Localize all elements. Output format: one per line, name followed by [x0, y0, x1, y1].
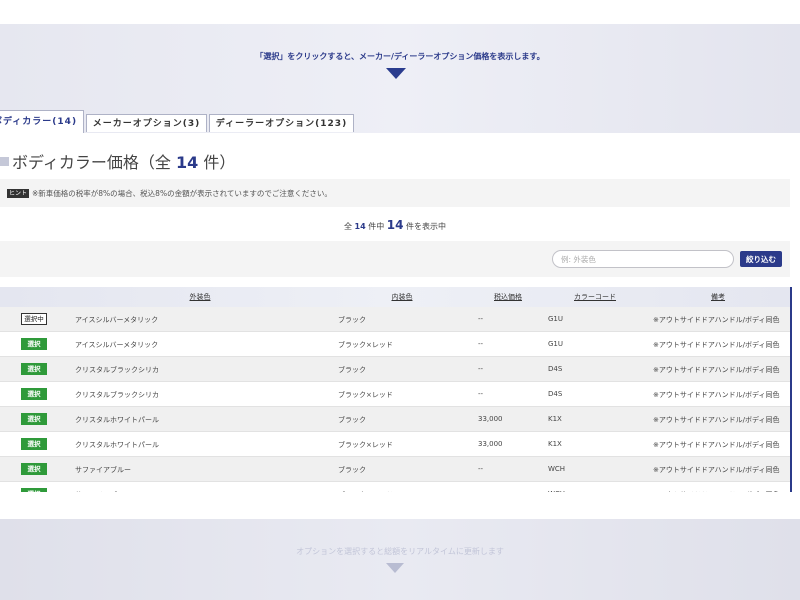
price-cell: 33,000	[478, 440, 503, 448]
price-cell: --	[478, 340, 484, 348]
column-price[interactable]: 税込価格	[494, 292, 522, 302]
footer-text: オプションを選択すると総額をリアルタイムに更新します	[296, 547, 504, 556]
table-row: 選択中 アイスシルバーメタリック ブラック -- G1U ※アウトサイドドアハンドル/ボデ…	[0, 307, 790, 332]
price-cell: --	[478, 315, 484, 323]
exterior-color-cell: クリスタルブラックシリカ	[75, 366, 159, 374]
table-row: 選択 クリスタルホワイトパール ブラック×レッド 33,000 K1X ※アウトサイドドア…	[0, 432, 790, 457]
interior-color-cell: ブラック×レッド	[338, 341, 393, 349]
result-count: 全 14 件中 14 件を表示中	[0, 218, 790, 232]
tab-maker-option[interactable]: メーカーオプション(3)	[86, 114, 207, 132]
select-button[interactable]: 選択中	[21, 313, 47, 325]
note-cell: ※アウトサイドドアハンドル/ボディ同色	[653, 341, 780, 349]
title-prefix: ボディカラー価格（全	[12, 153, 171, 172]
tab-body-color[interactable]: ボディカラー(14)	[0, 110, 84, 134]
main-content: ボディカラー価格（全 14 件） ヒント ※新車価格の税率が8%の場合、税込8%…	[0, 133, 800, 519]
column-color-code[interactable]: カラーコード	[574, 292, 616, 302]
column-note[interactable]: 備考	[711, 292, 725, 302]
hint-badge: ヒント	[7, 189, 30, 198]
bottom-banner: オプションを選択すると総額をリアルタイムに更新します	[0, 519, 800, 600]
note-cell: ※アウトサイドドアハンドル/ボディ同色	[653, 490, 779, 492]
interior-color-cell: ブラック×レッド	[338, 441, 393, 449]
color-code-cell: K1X	[548, 440, 562, 448]
column-exterior[interactable]: 外装色	[190, 292, 211, 302]
exterior-color-cell: アイスシルバーメタリック	[75, 341, 159, 349]
table-row: 選択 クリスタルホワイトパール ブラック 33,000 K1X ※アウトサイドドアハンドル…	[0, 407, 790, 432]
price-cell: --	[478, 490, 483, 492]
interior-color-cell: ブラック	[338, 366, 366, 374]
color-code-cell: G1U	[548, 315, 564, 323]
exterior-color-cell: サファイアブルー	[75, 490, 131, 492]
count-total: 14	[354, 222, 366, 231]
table-row: 選択 アイスシルバーメタリック ブラック×レッド -- G1U ※アウトサイドドアハンドル…	[0, 332, 790, 357]
exterior-color-cell: クリスタルブラックシリカ	[75, 391, 159, 399]
select-button[interactable]: 選択	[21, 463, 47, 475]
interior-color-cell: ブラック	[338, 316, 366, 324]
interior-color-cell: ブラック×レッド	[338, 391, 393, 399]
price-cell: --	[478, 365, 484, 373]
select-button[interactable]: 選択	[21, 338, 47, 350]
top-bar	[0, 0, 800, 24]
exterior-color-cell: サファイアブルー	[75, 466, 131, 474]
hint-bar: ヒント ※新車価格の税率が8%の場合、税込8%の金額が表示されていますのでご注意…	[0, 179, 790, 207]
color-code-cell: D4S	[548, 390, 563, 398]
note-cell: ※アウトサイドドアハンドル/ボディ同色	[653, 366, 780, 374]
title-count: 14	[175, 153, 199, 172]
select-button[interactable]: 選択	[21, 488, 47, 492]
down-arrow-icon	[386, 68, 406, 79]
filter-bar: 絞り込む	[0, 241, 790, 277]
color-code-cell: D4S	[548, 365, 563, 373]
select-button[interactable]: 選択	[21, 413, 47, 425]
select-button[interactable]: 選択	[21, 438, 47, 450]
color-code-cell: K1X	[548, 415, 562, 423]
count-middle: 件中	[368, 222, 385, 231]
tab-dealer-option[interactable]: ディーラーオプション(123)	[209, 114, 354, 132]
title-suffix: 件）	[203, 153, 236, 172]
exterior-color-cell: アイスシルバーメタリック	[75, 316, 159, 324]
price-cell: --	[478, 390, 484, 398]
count-shown: 14	[386, 218, 404, 232]
hero-instruction: 「選択」をクリックすると、メーカー/ディーラーオプション価格を表示します。	[255, 52, 545, 61]
count-suffix: 件を表示中	[406, 222, 447, 231]
title-square-icon	[0, 157, 9, 166]
note-cell: ※アウトサイドドアハンドル/ボディ同色	[653, 466, 780, 474]
note-cell: ※アウトサイドドアハンドル/ボディ同色	[653, 441, 780, 449]
note-cell: ※アウトサイドドアハンドル/ボディ同色	[653, 391, 780, 399]
note-cell: ※アウトサイドドアハンドル/ボディ同色	[653, 316, 780, 324]
table-row: 選択サファイアブルー ブラック×レッド -- WCH ※アウトサイドドアハンドル/ボディ…	[0, 482, 790, 492]
table-row: 選択 クリスタルブラックシリカ ブラック×レッド -- D4S ※アウトサイドドアハンドル…	[0, 382, 790, 407]
exterior-color-cell: クリスタルホワイトパール	[75, 416, 159, 424]
price-cell: 33,000	[478, 415, 503, 423]
down-arrow-icon	[386, 563, 404, 573]
color-price-table[interactable]: 外装色 内装色 税込価格 カラーコード 備考 選択中 アイスシルバーメタリック ブラ…	[0, 287, 792, 492]
note-cell: ※アウトサイドドアハンドル/ボディ同色	[653, 416, 780, 424]
count-prefix: 全	[343, 222, 352, 231]
color-code-cell: WCH	[548, 490, 565, 492]
table-row: 選択 サファイアブルー ブラック -- WCH ※アウトサイドドアハンドル/ボディ同色	[0, 457, 790, 482]
interior-color-cell: ブラック×レッド	[338, 490, 393, 492]
filter-button[interactable]: 絞り込む	[740, 251, 782, 267]
hint-text: ※新車価格の税率が8%の場合、税込8%の金額が表示されていますのでご注意ください…	[32, 189, 332, 198]
filter-input[interactable]	[552, 250, 734, 268]
interior-color-cell: ブラック	[338, 416, 366, 424]
column-interior[interactable]: 内装色	[392, 292, 413, 302]
select-button[interactable]: 選択	[21, 363, 47, 375]
table-row: 選択 クリスタルブラックシリカ ブラック -- D4S ※アウトサイドドアハンドル/ボディ…	[0, 357, 790, 382]
select-button[interactable]: 選択	[21, 388, 47, 400]
page-title: ボディカラー価格（全 14 件）	[0, 149, 235, 173]
price-cell: --	[478, 465, 484, 473]
interior-color-cell: ブラック	[338, 466, 366, 474]
table-header: 外装色 内装色 税込価格 カラーコード 備考	[0, 287, 790, 307]
color-code-cell: G1U	[548, 340, 564, 348]
color-code-cell: WCH	[548, 465, 566, 473]
exterior-color-cell: クリスタルホワイトパール	[75, 441, 159, 449]
